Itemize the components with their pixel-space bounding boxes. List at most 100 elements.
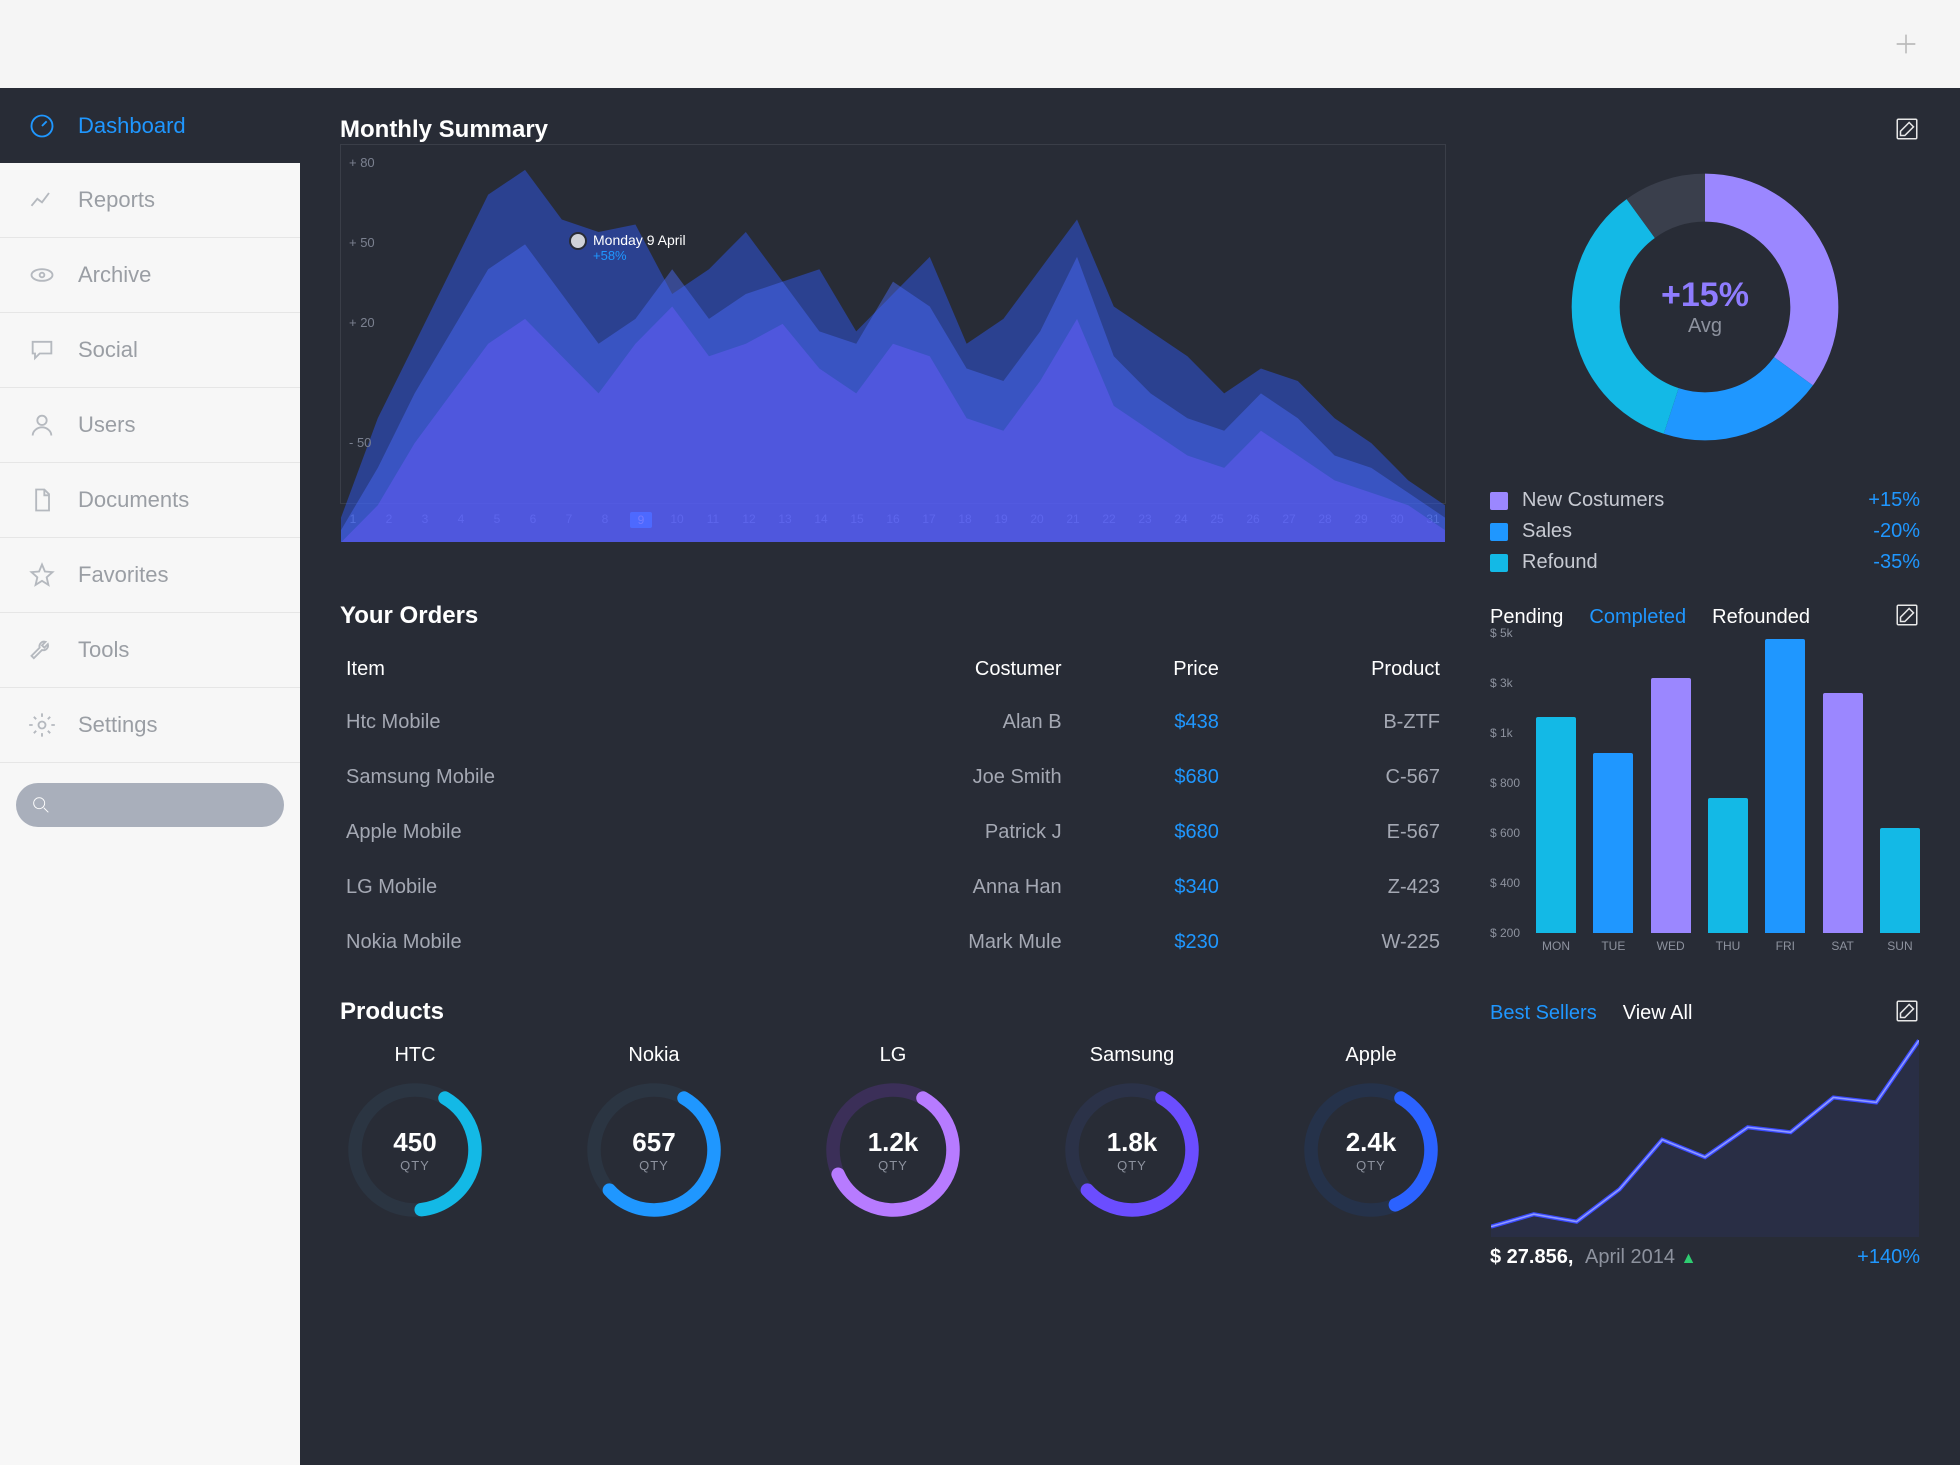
orders-table: ItemCostumerPriceProduct Htc MobileAlan … <box>340 644 1446 970</box>
bar-thu[interactable] <box>1708 798 1748 933</box>
products-filter-view-all[interactable]: View All <box>1623 1002 1693 1025</box>
cell-product: W-225 <box>1225 915 1446 970</box>
cell-price: $680 <box>1068 750 1225 805</box>
orders-section: Your Orders ItemCostumerPriceProduct Htc… <box>340 602 1920 970</box>
sidebar-item-settings[interactable]: Settings <box>0 688 300 763</box>
orders-col-item: Item <box>340 644 780 695</box>
legend-row: New Costumers +15% <box>1490 489 1920 512</box>
products-title: Products <box>340 998 444 1026</box>
table-row[interactable]: Htc MobileAlan B$438B-ZTF <box>340 695 1446 750</box>
legend-label: Sales <box>1522 520 1859 543</box>
gauge-label: HTC <box>394 1044 435 1067</box>
bar-xtick: WED <box>1651 939 1691 953</box>
cell-customer: Anna Han <box>780 860 1068 915</box>
star-icon <box>28 561 56 589</box>
monthly-area-chart[interactable]: Monday 9 April +58% + 80+ 50+ 20- 50 123… <box>340 144 1446 528</box>
cell-customer: Joe Smith <box>780 750 1068 805</box>
bar-sun[interactable] <box>1880 828 1920 933</box>
gauge-lg[interactable]: LG 1.2k QTY <box>818 1044 968 1225</box>
cell-item: Htc Mobile <box>340 695 780 750</box>
area-ytick: + 20 <box>349 315 375 330</box>
cell-item: Samsung Mobile <box>340 750 780 805</box>
bar-ytick: $ 600 <box>1490 826 1520 840</box>
cell-customer: Patrick J <box>780 805 1068 860</box>
spark-delta: +140% <box>1857 1246 1920 1269</box>
cell-price: $680 <box>1068 805 1225 860</box>
gauge-htc[interactable]: HTC 450 QTY <box>340 1044 490 1225</box>
legend-label: New Costumers <box>1522 489 1854 512</box>
bar-ytick: $ 1k <box>1490 726 1513 740</box>
bar-xtick: THU <box>1708 939 1748 953</box>
products-filters: Best Sellers View All <box>1490 1002 1692 1025</box>
edit-icon[interactable] <box>1894 998 1920 1029</box>
callout-delta: +58% <box>593 248 686 263</box>
table-row[interactable]: LG MobileAnna Han$340Z-423 <box>340 860 1446 915</box>
table-row[interactable]: Nokia MobileMark Mule$230W-225 <box>340 915 1446 970</box>
sidebar-item-label: Tools <box>78 637 129 663</box>
gauge-nokia[interactable]: Nokia 657 QTY <box>579 1044 729 1225</box>
orders-col-price: Price <box>1068 644 1225 695</box>
legend-row: Sales -20% <box>1490 520 1920 543</box>
edit-icon[interactable] <box>1894 116 1920 147</box>
sidebar-item-users[interactable]: Users <box>0 388 300 463</box>
orders-title: Your Orders <box>340 602 478 630</box>
sidebar-item-favorites[interactable]: Favorites <box>0 538 300 613</box>
sidebar-item-label: Settings <box>78 712 158 738</box>
legend-label: Refound <box>1522 551 1859 574</box>
orders-filter-completed[interactable]: Completed <box>1589 606 1686 629</box>
orders-filters: PendingCompletedRefounded <box>1490 606 1810 629</box>
bar-tue[interactable] <box>1593 753 1633 933</box>
file-icon <box>28 486 56 514</box>
monthly-summary-section: Monthly Summary Monday 9 April +58% + 80… <box>340 116 1920 574</box>
user-icon <box>28 411 56 439</box>
gauge-samsung[interactable]: Samsung 1.8k QTY <box>1057 1044 1207 1225</box>
cell-item: Apple Mobile <box>340 805 780 860</box>
product-sparkline[interactable]: $ 27.856, April 2014 ▲ +140% <box>1490 1029 1920 1269</box>
sidebar-nav: DashboardReportsArchiveSocial Users Docume… <box>0 88 300 763</box>
spark-amount: $ 27.856, <box>1490 1246 1573 1268</box>
bar-sat[interactable] <box>1823 693 1863 933</box>
search-input[interactable] <box>16 783 284 827</box>
legend-value: -20% <box>1873 520 1920 543</box>
orders-col-costumer: Costumer <box>780 644 1068 695</box>
gauge-label: Apple <box>1345 1044 1396 1067</box>
legend-value: +15% <box>1868 489 1920 512</box>
sidebar: DashboardReportsArchiveSocial Users Docume… <box>0 88 300 1465</box>
gauge-apple[interactable]: Apple 2.4k QTY <box>1296 1044 1446 1225</box>
sidebar-item-reports[interactable]: Reports <box>0 163 300 238</box>
new-tab-button[interactable] <box>1892 30 1920 58</box>
orders-filter-refounded[interactable]: Refounded <box>1712 606 1810 629</box>
avg-donut-chart: +15% Avg New Costumers +15% Sales -20% Refou… <box>1490 147 1920 574</box>
cell-price: $438 <box>1068 695 1225 750</box>
sidebar-item-documents[interactable]: Documents <box>0 463 300 538</box>
bar-ytick: $ 800 <box>1490 776 1520 790</box>
sidebar-item-social[interactable]: Social <box>0 313 300 388</box>
bar-fri[interactable] <box>1765 639 1805 933</box>
monthly-summary-title: Monthly Summary <box>340 116 548 144</box>
bar-ytick: $ 400 <box>1490 876 1520 890</box>
main-content: Monthly Summary Monday 9 April +58% + 80… <box>300 88 1960 1465</box>
bar-xtick: SUN <box>1880 939 1920 953</box>
edit-icon[interactable] <box>1894 602 1920 633</box>
donut-center-value: +15% <box>1661 276 1749 315</box>
sidebar-item-archive[interactable]: Archive <box>0 238 300 313</box>
sidebar-item-label: Users <box>78 412 135 438</box>
callout-dot-icon <box>571 234 585 248</box>
products-filter-best-sellers[interactable]: Best Sellers <box>1490 1002 1597 1025</box>
cell-customer: Mark Mule <box>780 915 1068 970</box>
sidebar-item-tools[interactable]: Tools <box>0 613 300 688</box>
cell-item: LG Mobile <box>340 860 780 915</box>
sidebar-item-dashboard[interactable]: Dashboard <box>0 88 300 163</box>
spark-month: April 2014 <box>1585 1246 1675 1268</box>
table-row[interactable]: Samsung MobileJoe Smith$680C-567 <box>340 750 1446 805</box>
titlebar <box>0 0 1960 88</box>
bar-xtick: SAT <box>1823 939 1863 953</box>
legend-row: Refound-35% <box>1490 551 1920 574</box>
bar-mon[interactable] <box>1536 717 1576 933</box>
chart-line-icon <box>28 186 56 214</box>
donut-center-label: Avg <box>1688 315 1722 338</box>
bar-wed[interactable] <box>1651 678 1691 933</box>
table-row[interactable]: Apple MobilePatrick J$680E-567 <box>340 805 1446 860</box>
weekly-bar-chart[interactable]: $ 5k$ 3k$ 1k$ 800$ 600$ 400$ 200 MONTUEW… <box>1490 633 1920 953</box>
bar-xtick: MON <box>1536 939 1576 953</box>
